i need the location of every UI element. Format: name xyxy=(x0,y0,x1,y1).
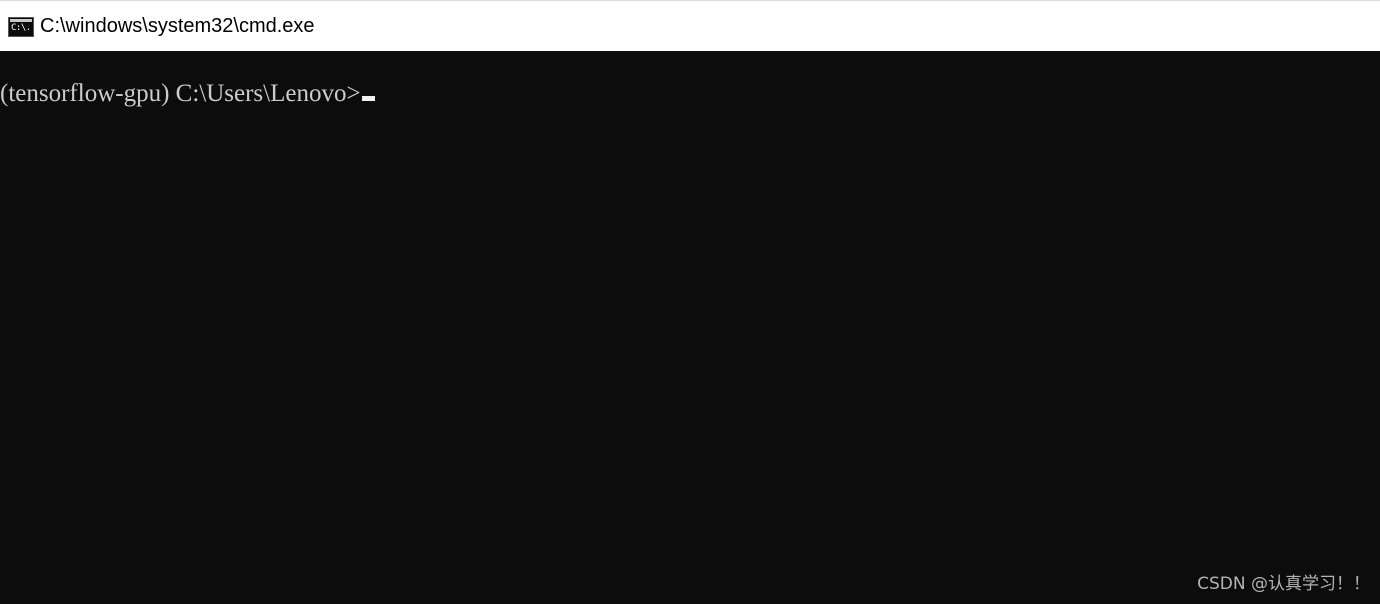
cmd-icon-glyph: C:\. xyxy=(11,23,31,33)
cmd-window: C:\. C:\windows\system32\cmd.exe (tensor… xyxy=(0,0,1380,604)
title-bar[interactable]: C:\. C:\windows\system32\cmd.exe xyxy=(0,0,1380,51)
prompt-line: (tensorflow-gpu) C:\Users\Lenovo> xyxy=(0,79,375,109)
window-title: C:\windows\system32\cmd.exe xyxy=(40,14,315,37)
prompt-text: (tensorflow-gpu) C:\Users\Lenovo> xyxy=(0,80,361,107)
console-area[interactable]: (tensorflow-gpu) C:\Users\Lenovo> CSDN @… xyxy=(0,51,1380,604)
watermark: CSDN @认真学习！！ xyxy=(1197,574,1370,594)
text-cursor xyxy=(361,96,375,101)
cmd-icon[interactable]: C:\. xyxy=(8,17,34,37)
